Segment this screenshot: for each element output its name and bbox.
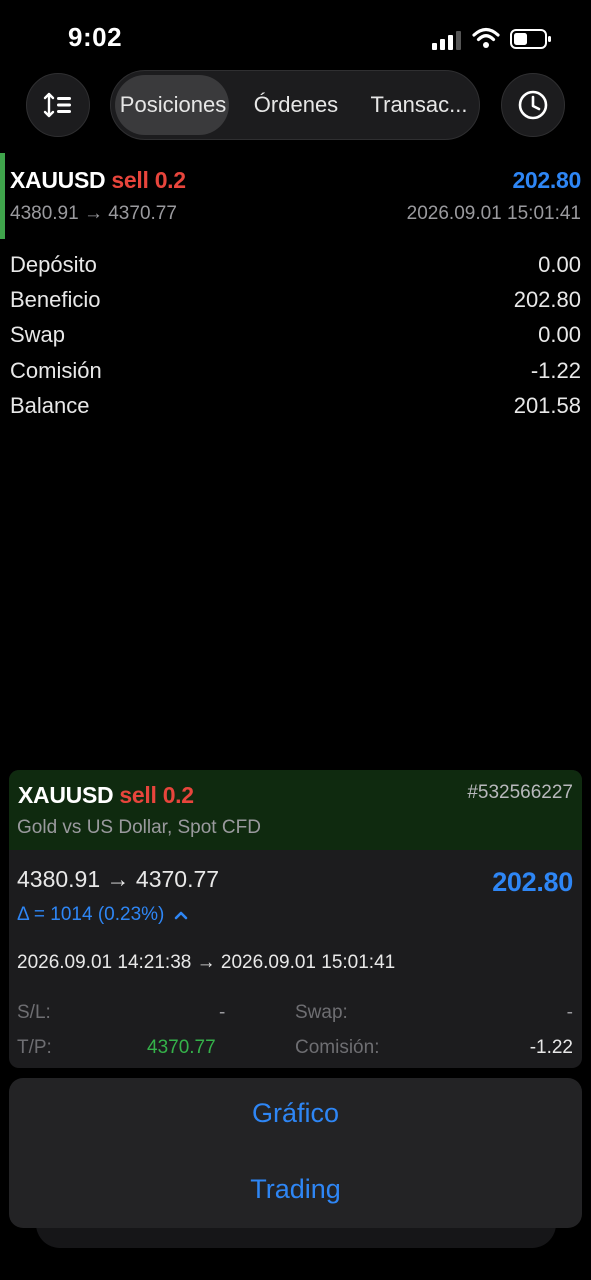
position-prices: 4380.91 → 4370.77 <box>10 203 177 224</box>
detail-tp-value: 4370.77 <box>147 1037 216 1058</box>
detail-side: sell <box>119 782 157 808</box>
chevron-up-icon <box>174 911 187 920</box>
tab-positions[interactable]: Posiciones <box>117 71 229 139</box>
summary-value-swap: 0.00 <box>538 322 581 347</box>
clock-icon <box>518 90 548 120</box>
position-row[interactable]: XAUUSD sell 0.2 202.80 4380.91 → 4370.77… <box>0 153 591 239</box>
detail-sl-value: - <box>219 1002 226 1023</box>
summary-value-commission: -1.22 <box>530 358 581 383</box>
history-button[interactable] <box>501 73 565 137</box>
detail-sl-label: S/L: <box>17 1002 51 1023</box>
chart-button[interactable]: Gráfico <box>9 1098 582 1129</box>
summary-value-profit: 202.80 <box>513 287 581 312</box>
detail-commission-label: Comisión: <box>295 1037 380 1058</box>
detail-commission-value: -1.22 <box>529 1037 573 1058</box>
detail-swap-label: Swap: <box>295 1002 348 1023</box>
detail-times: 2026.09.01 14:21:38 → 2026.09.01 15:01:4… <box>17 952 396 973</box>
detail-header: XAUUSD sell 0.2 #532566227 Gold vs US Do… <box>9 770 582 850</box>
detail-volume: 0.2 <box>162 782 194 808</box>
detail-description: Gold vs US Dollar, Spot CFD <box>17 817 261 838</box>
position-volume: 0.2 <box>154 167 186 193</box>
summary-value-deposit: 0.00 <box>538 252 581 277</box>
sort-button[interactable] <box>26 73 90 137</box>
detail-prices: 4380.91 → 4370.77 <box>17 866 220 892</box>
trading-button[interactable]: Trading <box>9 1174 582 1205</box>
summary-label-swap: Swap <box>10 322 66 347</box>
detail-symbol: XAUUSD <box>18 782 114 808</box>
detail-profit: 202.80 <box>492 867 573 897</box>
summary-label-commission: Comisión <box>10 358 102 383</box>
position-side: sell <box>111 167 149 193</box>
tab-transactions[interactable]: Transac... <box>363 71 475 139</box>
summary-label-balance: Balance <box>10 393 90 418</box>
detail-delta-row[interactable]: Δ = 1014 (0.23%) <box>17 904 188 926</box>
summary-value-balance: 201.58 <box>513 393 581 418</box>
position-time: 2026.09.01 15:01:41 <box>406 203 581 224</box>
position-title: XAUUSD sell 0.2 <box>10 167 186 194</box>
detail-swap-value: - <box>566 1002 573 1023</box>
view-tabs: Posiciones Órdenes Transac... <box>110 70 480 140</box>
tab-orders[interactable]: Órdenes <box>237 71 355 139</box>
position-detail-card: XAUUSD sell 0.2 #532566227 Gold vs US Do… <box>9 770 582 1068</box>
battery-icon <box>510 29 551 49</box>
wifi-icon <box>472 27 500 48</box>
summary-label-deposit: Depósito <box>10 252 97 277</box>
detail-title: XAUUSD sell 0.2 <box>18 782 194 809</box>
detail-ticket: #532566227 <box>467 782 573 803</box>
position-symbol: XAUUSD <box>10 167 106 193</box>
cellular-signal-icon <box>432 31 461 50</box>
detail-tp-label: T/P: <box>17 1037 52 1058</box>
summary-label-profit: Beneficio <box>10 287 101 312</box>
action-sheet: Gráfico Trading <box>9 1078 582 1228</box>
position-profit: 202.80 <box>512 167 581 193</box>
detail-delta: Δ = 1014 (0.23%) <box>17 904 165 925</box>
status-time: 9:02 <box>68 22 123 52</box>
sort-icon <box>43 92 71 118</box>
